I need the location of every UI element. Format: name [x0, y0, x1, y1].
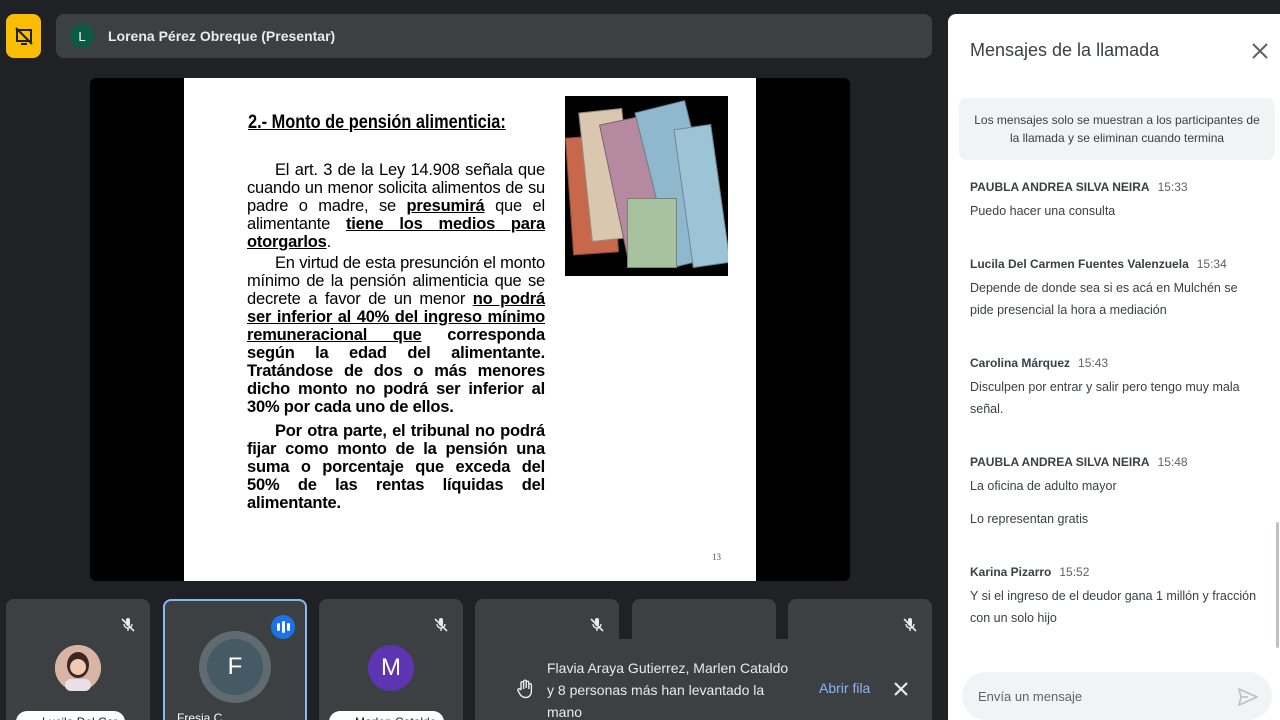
mic-off-icon	[590, 618, 604, 632]
slide-paragraph-2: En virtud de esta presunción el monto mí…	[247, 254, 545, 416]
participant-avatar: M	[368, 645, 414, 691]
participant-photo	[55, 645, 101, 691]
chat-message: PAUBLA ANDREA SILVA NEIRA 15:33 Puedo hac…	[970, 180, 1260, 222]
close-icon[interactable]	[1251, 42, 1269, 60]
message-text: La oficina de adulto mayor	[970, 479, 1117, 493]
chat-message: Lucila Del Carmen Fuentes Valenzuela 15:3…	[970, 257, 1260, 321]
chat-panel: Mensajes de la llamada Los mensajes solo…	[948, 14, 1280, 720]
presenter-bar: L Lorena Pérez Obreque (Presentar)	[56, 14, 932, 58]
participant-tile[interactable]: M Marlen Cataldo	[319, 599, 463, 720]
message-author: Karina Pizarro	[970, 565, 1052, 579]
presenter-label: Lorena Pérez Obreque (Presentar)	[108, 28, 336, 44]
participant-avatar: F	[207, 639, 263, 695]
chat-message: Karina Pizarro 15:52 Y si el ingreso de e…	[970, 565, 1260, 629]
participant-tile[interactable]: F Fresia C	[163, 599, 307, 720]
chat-message: Carolina Márquez 15:43 Disculpen por entr…	[970, 356, 1260, 420]
send-icon[interactable]	[1238, 688, 1258, 706]
message-time: 15:52	[1059, 565, 1090, 579]
message-author: Carolina Márquez	[970, 356, 1071, 370]
presentation-stage: 2.- Monto de pensión alimenticia: El art…	[90, 78, 850, 581]
chat-message: PAUBLA ANDREA SILVA NEIRA 15:48 La oficin…	[970, 455, 1260, 530]
message-author: PAUBLA ANDREA SILVA NEIRA	[970, 180, 1150, 194]
stop-presenting-button[interactable]	[6, 14, 41, 58]
mic-off-icon	[121, 618, 135, 632]
message-author: PAUBLA ANDREA SILVA NEIRA	[970, 455, 1150, 469]
participant-name: Marlen Cataldo	[329, 711, 445, 720]
slide-paragraph-3: Por otra parte, el tribunal no podrá fij…	[247, 422, 545, 512]
slide-title: 2.- Monto de pensión alimenticia:	[248, 112, 506, 133]
participant-name: Fresia C	[177, 711, 223, 720]
close-icon[interactable]	[893, 681, 909, 697]
participant-tile[interactable]: Lucila Del Car	[6, 599, 150, 720]
chat-title: Mensajes de la llamada	[970, 40, 1160, 60]
speaking-indicator-icon	[271, 615, 295, 639]
message-time: 15:33	[1157, 180, 1188, 194]
message-text: Lo representan gratis	[970, 512, 1089, 526]
slide-page-number: 13	[712, 552, 721, 562]
slide-body: El art. 3 de la Ley 14.908 señala que cu…	[247, 161, 545, 515]
presenter-avatar: L	[70, 24, 94, 48]
message-time: 15:43	[1078, 356, 1109, 370]
person-photo-icon	[55, 645, 101, 691]
mic-off-icon	[903, 618, 917, 632]
slide: 2.- Monto de pensión alimenticia: El art…	[184, 78, 756, 581]
message-text: Depende de donde sea si es acá en Mulché…	[970, 281, 1238, 317]
message-time: 15:48	[1157, 455, 1188, 469]
message-author: Lucila Del Carmen Fuentes Valenzuela	[970, 257, 1189, 271]
chat-notice: Los mensajes solo se muestran a los part…	[959, 98, 1275, 160]
open-queue-button[interactable]: Abrir fila	[819, 680, 870, 696]
message-text: Puedo hacer una consulta	[970, 204, 1116, 218]
slide-paragraph-1: El art. 3 de la Ley 14.908 señala que cu…	[247, 161, 545, 251]
raised-hand-icon	[517, 679, 533, 699]
mic-off-icon	[434, 618, 448, 632]
chat-scrollbar[interactable]	[1276, 522, 1279, 648]
raised-hands-text: Flavia Araya Gutierrez, Marlen Cataldo y…	[547, 660, 789, 720]
message-text: Y si el ingreso de el deudor gana 1 mill…	[970, 589, 1257, 625]
raised-hands-toast: Flavia Araya Gutierrez, Marlen Cataldo y…	[501, 639, 925, 720]
banknotes-image	[565, 96, 728, 276]
chat-message-input[interactable]	[962, 672, 1272, 720]
participant-name: Lucila Del Car	[16, 711, 126, 720]
message-text: Disculpen por entrar y salir pero tengo …	[970, 380, 1240, 416]
message-time: 15:34	[1196, 257, 1227, 271]
present-screen-off-icon	[14, 27, 33, 45]
